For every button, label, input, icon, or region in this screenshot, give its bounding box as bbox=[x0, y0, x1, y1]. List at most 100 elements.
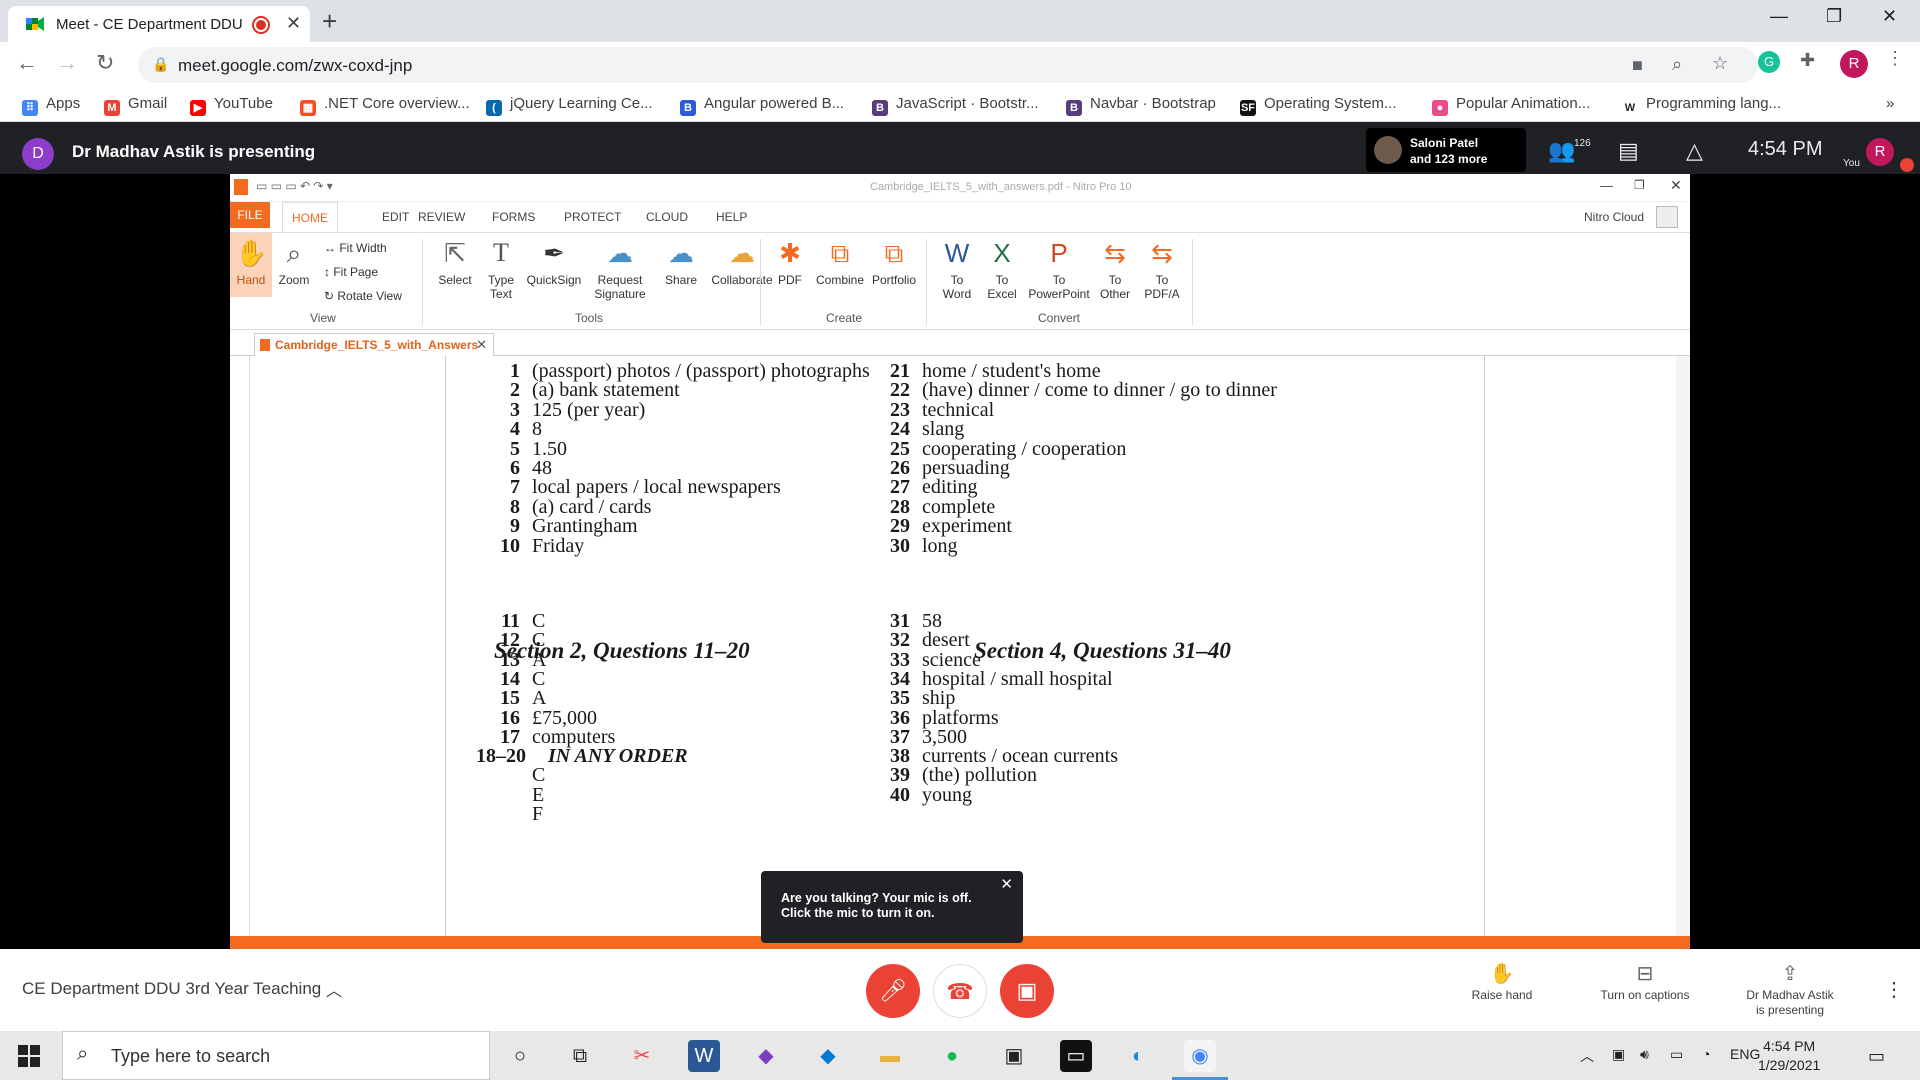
bookmark-item[interactable]: B JavaScript · Bootstr... bbox=[872, 95, 1039, 116]
document-viewer[interactable]: 1 (passport) photos / (passport) photogra… bbox=[230, 356, 1690, 936]
forward-button[interactable]: → bbox=[56, 50, 78, 76]
cortana-icon[interactable]: ○ bbox=[504, 1040, 536, 1072]
wifi-icon[interactable]: ◔ bbox=[1702, 1046, 1710, 1062]
nitro-user-avatar[interactable] bbox=[1656, 206, 1678, 228]
edge-icon[interactable]: ◐ bbox=[1122, 1040, 1154, 1072]
grammarly-extension-icon[interactable]: G bbox=[1758, 51, 1780, 73]
to-powerpoint-button[interactable]: P To PowerPoint bbox=[1024, 237, 1094, 301]
menu-home[interactable]: HOME bbox=[282, 202, 338, 232]
extensions-icon[interactable]: ✚ bbox=[1800, 50, 1815, 71]
menu-edit[interactable]: EDIT bbox=[382, 210, 409, 224]
document-tab-close-icon[interactable]: ✕ bbox=[476, 337, 487, 353]
profile-avatar[interactable]: R bbox=[1840, 50, 1868, 78]
minimize-button[interactable]: — bbox=[1770, 6, 1788, 27]
file-explorer-icon[interactable]: ▬ bbox=[874, 1040, 906, 1072]
terminal-icon[interactable]: ▭ bbox=[1060, 1040, 1092, 1072]
visual-studio-icon[interactable]: ◆ bbox=[750, 1040, 782, 1072]
bookmark-star-icon[interactable]: ☆ bbox=[1712, 53, 1728, 74]
bookmark-item[interactable]: ● Popular Animation... bbox=[1432, 95, 1590, 116]
address-bar[interactable]: 🔒 meet.google.com/zwx-coxd-jnp ■ ⌕ ☆ bbox=[138, 47, 1758, 83]
leave-call-button[interactable]: ☎︎ bbox=[933, 964, 987, 1018]
chrome-icon[interactable]: ◉ bbox=[1184, 1040, 1216, 1072]
mic-toggle-button[interactable]: 🎤︎ bbox=[866, 964, 920, 1018]
snipping-tool-icon[interactable]: ✂ bbox=[626, 1040, 658, 1072]
to-pdfa-button[interactable]: ⇆ To PDF/A bbox=[1138, 237, 1186, 301]
fit-width-button[interactable]: ↔ Fit Width bbox=[324, 241, 387, 255]
window-close-button[interactable]: ✕ bbox=[1882, 6, 1897, 27]
windows-start-icon[interactable] bbox=[18, 1045, 40, 1067]
quicksign-button[interactable]: ✒ QuickSign bbox=[520, 237, 588, 287]
more-bookmarks-icon[interactable]: » bbox=[1886, 95, 1894, 112]
captions-button[interactable]: ⊟ Turn on captions bbox=[1590, 964, 1700, 1003]
volume-icon[interactable]: 🔊︎ bbox=[1640, 1046, 1649, 1063]
vscode-icon[interactable]: ◆ bbox=[812, 1040, 844, 1072]
menu-file[interactable]: FILE bbox=[230, 202, 270, 228]
portfolio-button[interactable]: ⧉ Portfolio bbox=[866, 237, 922, 287]
more-options-icon[interactable]: ⋮ bbox=[1884, 977, 1904, 1002]
browser-menu-icon[interactable]: ⋮ bbox=[1886, 48, 1904, 69]
restore-button[interactable]: ❐ bbox=[1826, 6, 1842, 27]
nitro-cloud-label[interactable]: Nitro Cloud bbox=[1584, 210, 1644, 224]
presenting-button[interactable]: ⇪ Dr Madhav Astik is presenting bbox=[1740, 964, 1840, 1018]
document-tab[interactable]: Cambridge_IELTS_5_with_Answers ✕ bbox=[254, 333, 494, 356]
taskbar-search-box[interactable]: ⌕ Type here to search bbox=[62, 1031, 490, 1080]
back-button[interactable]: ← bbox=[16, 50, 38, 76]
new-tab-button[interactable]: + bbox=[322, 6, 337, 37]
word-app-icon[interactable]: W bbox=[688, 1040, 720, 1072]
spotify-icon[interactable]: ● bbox=[936, 1040, 968, 1072]
reload-button[interactable]: ↻ bbox=[96, 50, 114, 76]
notifications-icon[interactable]: ▭ bbox=[1868, 1046, 1885, 1067]
people-icon[interactable]: 👥 bbox=[1548, 138, 1575, 164]
browser-tab[interactable]: Meet - CE Department DDU ✕ bbox=[8, 6, 310, 42]
bookmark-item[interactable]: ⠿ Apps bbox=[22, 95, 80, 116]
bookmark-item[interactable]: B Navbar · Bootstrap bbox=[1066, 95, 1216, 116]
nitro-restore-button[interactable]: ❐ bbox=[1634, 178, 1645, 192]
select-tool-button[interactable]: ⇱ Select bbox=[432, 237, 478, 287]
taskbar-clock[interactable]: 4:54 PM 1/29/2021 bbox=[1758, 1037, 1820, 1075]
rotate-view-button[interactable]: ↻ Rotate View bbox=[324, 289, 402, 303]
camera-icon[interactable]: ■ bbox=[1632, 55, 1643, 76]
battery-icon[interactable]: ▭ bbox=[1670, 1046, 1683, 1063]
menu-help[interactable]: HELP bbox=[716, 210, 747, 224]
fit-page-button[interactable]: ↕ Fit Page bbox=[324, 265, 378, 279]
bookmark-item[interactable]: ▶ YouTube bbox=[190, 95, 273, 116]
to-other-button[interactable]: ⇆ To Other bbox=[1092, 237, 1138, 301]
to-word-button[interactable]: W To Word bbox=[934, 237, 980, 301]
menu-forms[interactable]: FORMS bbox=[492, 210, 535, 224]
type-text-button[interactable]: T Type Text bbox=[480, 237, 522, 301]
language-indicator[interactable]: ENG bbox=[1730, 1046, 1760, 1062]
hand-tool-button[interactable]: ✋ Hand bbox=[230, 233, 272, 297]
vertical-scrollbar[interactable] bbox=[1676, 356, 1690, 936]
zoom-tool-button[interactable]: ⌕ Zoom bbox=[274, 237, 314, 287]
bookmark-item[interactable]: M Gmail bbox=[104, 95, 167, 116]
menu-cloud[interactable]: CLOUD bbox=[646, 210, 688, 224]
create-pdf-button[interactable]: ✱ PDF bbox=[768, 237, 812, 287]
tab-close-icon[interactable]: ✕ bbox=[286, 13, 301, 34]
to-excel-button[interactable]: X To Excel bbox=[980, 237, 1024, 301]
nitro-minimize-button[interactable]: — bbox=[1600, 178, 1613, 193]
menu-review[interactable]: REVIEW bbox=[418, 210, 465, 224]
side-panel-strip[interactable] bbox=[230, 356, 250, 936]
chevron-up-icon[interactable]: ︿ bbox=[326, 977, 342, 1001]
camera-toggle-button[interactable]: ▣ bbox=[1000, 964, 1054, 1018]
meeting-details[interactable]: CE Department DDU 3rd Year Teaching bbox=[22, 979, 321, 999]
tray-chevron-icon[interactable]: ︿ bbox=[1580, 1046, 1594, 1066]
tooltip-close-icon[interactable]: ✕ bbox=[1000, 875, 1013, 893]
meet-now-icon[interactable]: ▣ bbox=[1612, 1046, 1625, 1063]
menu-protect[interactable]: PROTECT bbox=[564, 210, 621, 224]
share-button[interactable]: ☁ Share bbox=[658, 237, 704, 287]
activities-icon[interactable]: △ bbox=[1686, 138, 1703, 164]
store-icon[interactable]: ▣ bbox=[998, 1040, 1030, 1072]
bookmark-item[interactable]: W Programming lang... bbox=[1622, 95, 1781, 116]
task-view-icon[interactable]: ⧉ bbox=[564, 1040, 596, 1072]
zoom-icon[interactable]: ⌕ bbox=[1672, 54, 1682, 75]
nitro-close-button[interactable]: ✕ bbox=[1670, 177, 1682, 194]
combine-button[interactable]: ⧉ Combine bbox=[812, 237, 868, 287]
bookmark-item[interactable]: SF Operating System... bbox=[1240, 95, 1397, 116]
bookmark-item[interactable]: B Angular powered B... bbox=[680, 95, 844, 116]
participant-thumbnail[interactable]: Saloni Patel and 123 more bbox=[1366, 128, 1526, 172]
quick-access-toolbar-icon[interactable]: ▭ ▭ ▭ ↶ ↷ ▾ bbox=[256, 179, 333, 193]
bookmark-item[interactable]: (jQuery Learning Ce... bbox=[486, 95, 653, 116]
bookmark-item[interactable]: ▦ .NET Core overview... bbox=[300, 95, 470, 116]
chat-icon[interactable]: ▤ bbox=[1618, 138, 1639, 164]
